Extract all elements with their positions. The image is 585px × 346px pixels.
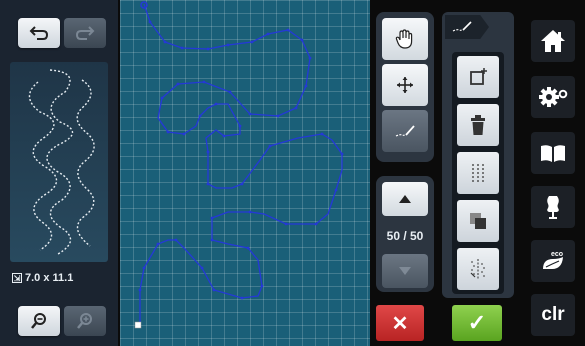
guide-book-button[interactable] (531, 132, 575, 174)
stitch-line-tool-button[interactable] (382, 110, 428, 152)
duplicate-button[interactable] (457, 200, 499, 242)
eco-label: eco (551, 251, 563, 258)
hand-icon (395, 29, 413, 49)
insert-stitch-button[interactable] (457, 56, 499, 98)
sewing-consultant-button[interactable] (531, 186, 575, 228)
eco-mode-button[interactable]: eco (531, 240, 575, 282)
book-icon (541, 145, 565, 162)
confirm-button[interactable]: ✓ (452, 305, 502, 341)
arrow-up-icon (399, 195, 411, 203)
delete-icon (471, 115, 485, 135)
stitch-preview (10, 62, 108, 262)
stitch-size-value: 7.0 x 11.1 (25, 272, 74, 284)
page-down-button[interactable] (382, 254, 428, 288)
zoom-out-button[interactable] (18, 306, 60, 336)
stitch-grid-button[interactable] (457, 152, 499, 194)
mirror-button[interactable] (457, 248, 499, 290)
undo-icon (29, 26, 49, 40)
hand-tool-button[interactable] (382, 18, 428, 60)
insert-stitch-icon (470, 68, 487, 85)
eco-icon: eco (543, 251, 563, 269)
move-tool-button[interactable] (382, 64, 428, 106)
clear-button[interactable]: clr (531, 294, 575, 336)
settings-icon (539, 87, 568, 107)
dress-form-icon (547, 196, 559, 219)
move-icon (397, 77, 413, 93)
clear-label: clr (541, 304, 565, 325)
stitch-size-label: ⇲ 7.0 x 11.1 (12, 272, 73, 284)
home-button[interactable] (531, 20, 575, 62)
cancel-button[interactable]: ✕ (376, 305, 424, 341)
zoom-in-button[interactable] (64, 306, 106, 336)
zoom-out-icon (31, 313, 46, 329)
home-icon (541, 30, 565, 52)
zoom-in-icon (77, 313, 92, 329)
settings-button[interactable] (531, 76, 575, 118)
stitch-canvas[interactable] (120, 0, 370, 346)
grid-dots-icon (472, 164, 484, 182)
stitch-preview-pattern (28, 69, 95, 255)
stitch-line-icon (452, 21, 472, 32)
redo-button[interactable] (64, 18, 106, 48)
size-icon: ⇲ (12, 273, 22, 283)
redo-icon (75, 26, 95, 40)
delete-button[interactable] (457, 104, 499, 146)
undo-button[interactable] (18, 18, 60, 48)
stitch-line-icon (395, 125, 415, 137)
duplicate-icon (470, 213, 486, 229)
page-counter: 50 / 50 (386, 229, 424, 243)
page-up-button[interactable] (382, 182, 428, 216)
mirror-icon (470, 259, 485, 279)
stitch-path[interactable] (120, 0, 370, 346)
arrow-down-icon (399, 267, 411, 275)
stitch-edit-tab[interactable] (445, 15, 489, 39)
